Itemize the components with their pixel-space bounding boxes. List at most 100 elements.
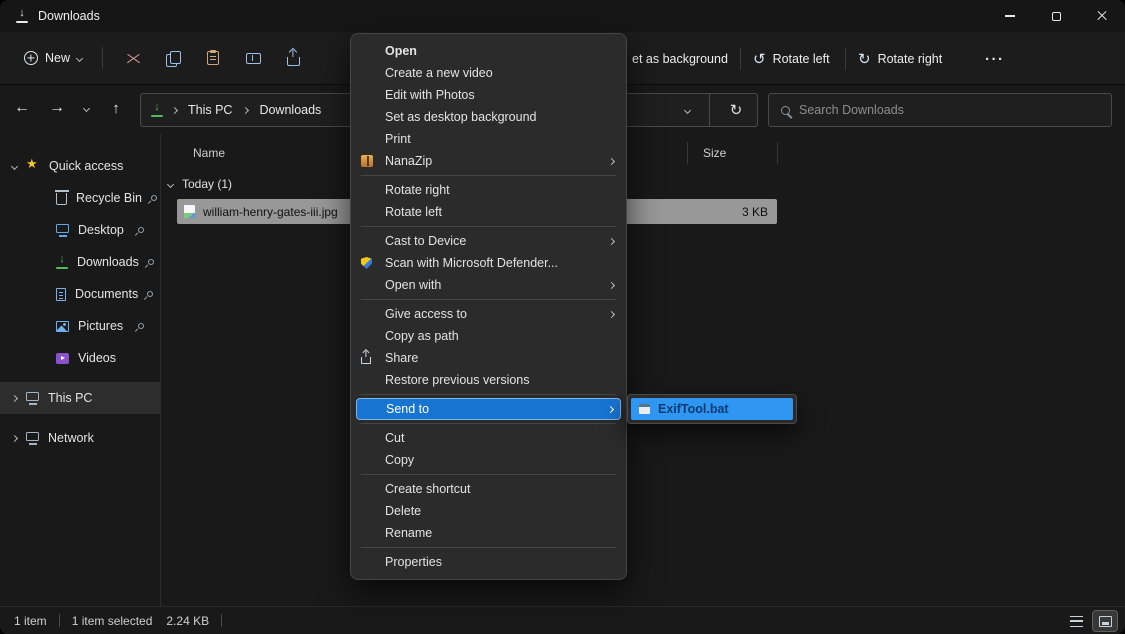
menu-item-restore-previous-versions[interactable]: Restore previous versions <box>351 369 626 391</box>
details-view-icon <box>1070 616 1083 627</box>
menu-item-rename[interactable]: Rename <box>351 522 626 544</box>
back-icon <box>14 99 30 117</box>
column-header-name[interactable]: Name <box>193 146 225 160</box>
cut-icon <box>126 52 141 65</box>
sidebar-item-documents[interactable]: Documents <box>0 278 160 310</box>
send-to-submenu: ExifTool.bat <box>627 394 797 424</box>
desktop-icon <box>56 224 69 233</box>
menu-item-nanazip[interactable]: NanaZip <box>351 150 626 172</box>
menu-item-label: Delete <box>385 504 614 518</box>
menu-item-open[interactable]: Open <box>351 40 626 62</box>
sidebar-item-label: This PC <box>48 391 92 405</box>
menu-item-label: Send to <box>386 402 608 416</box>
menu-item-send-to[interactable]: Send to <box>356 398 621 420</box>
large-icons-view-button[interactable] <box>1093 611 1117 631</box>
documents-icon <box>56 288 66 301</box>
network-icon <box>26 432 39 441</box>
sidebar-item-network[interactable]: Network <box>0 422 160 454</box>
see-more-button[interactable] <box>985 42 1005 76</box>
navigation-pane: Quick access Recycle Bin Desktop Downloa… <box>0 150 160 454</box>
sidebar-item-recycle-bin[interactable]: Recycle Bin <box>0 182 160 214</box>
menu-item-properties[interactable]: Properties <box>351 551 626 573</box>
pane-divider <box>160 134 161 606</box>
sidebar-item-label: Quick access <box>49 159 123 173</box>
menu-separator <box>361 547 616 548</box>
forward-button[interactable] <box>42 92 72 124</box>
menu-item-share[interactable]: Share <box>351 347 626 369</box>
share-button[interactable] <box>273 41 313 75</box>
up-button[interactable] <box>101 92 131 124</box>
sidebar-item-pictures[interactable]: Pictures <box>0 310 160 342</box>
chevron-down-icon <box>82 104 89 111</box>
submenu-arrow-icon <box>608 281 615 288</box>
sidebar-item-label: Videos <box>78 351 116 365</box>
menu-item-cast-to-device[interactable]: Cast to Device <box>351 230 626 252</box>
minimize-icon <box>1005 15 1015 16</box>
downloads-folder-icon <box>56 256 68 269</box>
sidebar-item-downloads[interactable]: Downloads <box>0 246 160 278</box>
menu-gutter <box>361 155 385 167</box>
menu-item-label: Copy as path <box>385 329 614 343</box>
sidebar-item-this-pc[interactable]: This PC <box>0 382 160 414</box>
address-dropdown-icon[interactable] <box>684 106 691 113</box>
menu-item-label: Set as desktop background <box>385 110 614 124</box>
menu-item-label: Share <box>385 351 614 365</box>
rotate-left-button[interactable]: Rotate left <box>753 42 830 76</box>
new-button-label: New <box>45 51 70 65</box>
close-button[interactable] <box>1079 0 1125 32</box>
expand-chevron-icon <box>11 162 18 169</box>
back-button[interactable] <box>7 92 37 124</box>
new-button[interactable]: New <box>14 44 92 72</box>
sidebar-item-label: Pictures <box>78 319 123 333</box>
menu-item-set-as-desktop-background[interactable]: Set as desktop background <box>351 106 626 128</box>
column-divider[interactable] <box>777 142 778 164</box>
set-as-background-label: et as background <box>632 52 728 66</box>
menu-item-print[interactable]: Print <box>351 128 626 150</box>
menu-item-edit-with-photos[interactable]: Edit with Photos <box>351 84 626 106</box>
group-header-today[interactable]: Today (1) <box>168 177 232 191</box>
column-header-size[interactable]: Size <box>703 146 726 160</box>
window-title: Downloads <box>38 9 100 23</box>
maximize-button[interactable] <box>1033 0 1079 32</box>
menu-item-delete[interactable]: Delete <box>351 500 626 522</box>
breadcrumb-this-pc[interactable]: This PC <box>186 101 234 119</box>
menu-item-open-with[interactable]: Open with <box>351 274 626 296</box>
menu-gutter <box>361 257 385 269</box>
submenu-arrow-icon <box>608 157 615 164</box>
sidebar-item-quick-access[interactable]: Quick access <box>0 150 160 182</box>
sidebar-item-videos[interactable]: Videos <box>0 342 160 374</box>
menu-item-label: Copy <box>385 453 614 467</box>
menu-item-create-shortcut[interactable]: Create shortcut <box>351 478 626 500</box>
menu-item-cut[interactable]: Cut <box>351 427 626 449</box>
menu-item-rotate-left[interactable]: Rotate left <box>351 201 626 223</box>
menu-item-scan-with-microsoft-defender[interactable]: Scan with Microsoft Defender... <box>351 252 626 274</box>
menu-item-copy-as-path[interactable]: Copy as path <box>351 325 626 347</box>
menu-separator <box>361 474 616 475</box>
menu-item-copy[interactable]: Copy <box>351 449 626 471</box>
refresh-button[interactable] <box>719 94 753 126</box>
menu-item-rotate-right[interactable]: Rotate right <box>351 179 626 201</box>
rotate-right-button[interactable]: Rotate right <box>858 42 942 76</box>
column-divider[interactable] <box>687 142 688 164</box>
menu-item-label: Rotate left <box>385 205 614 219</box>
menu-item-give-access-to[interactable]: Give access to <box>351 303 626 325</box>
submenu-item-exiftool-bat[interactable]: ExifTool.bat <box>631 398 793 420</box>
menu-separator <box>361 299 616 300</box>
details-view-button[interactable] <box>1064 611 1088 631</box>
recent-locations-button[interactable] <box>74 92 98 124</box>
menu-item-create-a-new-video[interactable]: Create a new video <box>351 62 626 84</box>
set-as-background-button[interactable]: et as background <box>632 42 728 76</box>
menu-item-label: Cut <box>385 431 614 445</box>
minimize-button[interactable] <box>987 0 1033 32</box>
copy-icon <box>166 51 180 65</box>
rename-button[interactable] <box>233 41 273 75</box>
breadcrumb-downloads[interactable]: Downloads <box>257 101 323 119</box>
paste-button[interactable] <box>193 41 233 75</box>
copy-button[interactable] <box>153 41 193 75</box>
expand-chevron-icon <box>11 394 18 401</box>
search-input[interactable] <box>799 103 1099 117</box>
menu-item-label: Rotate right <box>385 183 614 197</box>
sidebar-item-desktop[interactable]: Desktop <box>0 214 160 246</box>
cut-button[interactable] <box>113 41 153 75</box>
menu-item-label: Create shortcut <box>385 482 614 496</box>
